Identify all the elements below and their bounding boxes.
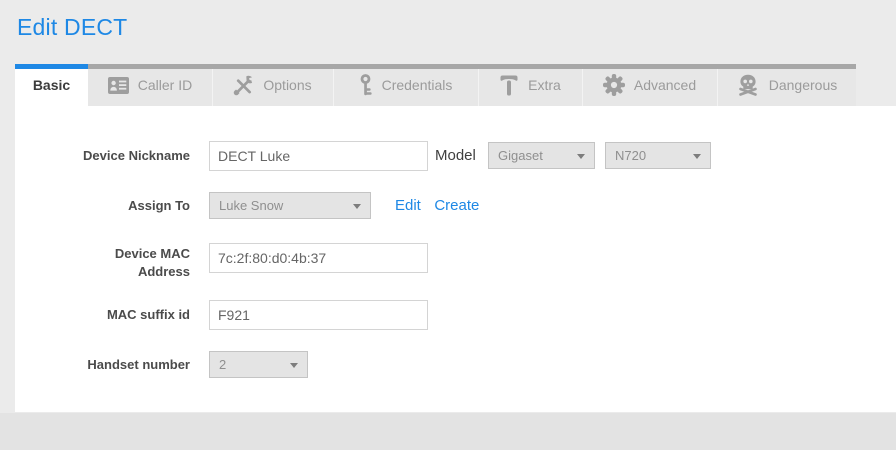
footer-bar xyxy=(0,413,896,450)
gear-icon xyxy=(603,74,625,96)
tab-bar: Basic Caller ID Op xyxy=(15,64,856,106)
chevron-down-icon xyxy=(290,363,298,368)
tab-options-label: Options xyxy=(263,77,311,93)
key-icon xyxy=(359,74,373,96)
tab-extra[interactable]: Extra xyxy=(478,64,582,106)
chevron-down-icon xyxy=(353,204,361,209)
tab-caller-id[interactable]: Caller ID xyxy=(88,64,212,106)
tab-options[interactable]: Options xyxy=(212,64,333,106)
handset-number-value: 2 xyxy=(219,357,226,372)
device-mac-label-line1: Device MAC xyxy=(115,246,190,261)
tab-basic-label: Basic xyxy=(33,77,70,93)
assign-to-select[interactable]: Luke Snow xyxy=(209,192,371,219)
device-mac-input[interactable] xyxy=(209,243,428,273)
id-card-icon xyxy=(108,77,129,94)
tools-icon xyxy=(233,75,254,96)
assign-to-label: Assign To xyxy=(15,192,190,219)
chevron-down-icon xyxy=(693,154,701,159)
tab-advanced-label: Advanced xyxy=(634,77,696,93)
handset-number-select[interactable]: 2 xyxy=(209,351,308,378)
tab-caller-id-label: Caller ID xyxy=(138,77,192,93)
basic-tab-panel: Device Nickname Model Gigaset N720 Assig… xyxy=(15,106,896,412)
tab-basic[interactable]: Basic xyxy=(15,64,88,106)
model-series-value: N720 xyxy=(615,148,646,163)
tab-advanced[interactable]: Advanced xyxy=(582,64,717,106)
model-series-select[interactable]: N720 xyxy=(605,142,711,169)
assign-to-links: Edit Create xyxy=(395,192,479,219)
device-nickname-input[interactable] xyxy=(209,141,428,171)
tab-dangerous-label: Dangerous xyxy=(769,77,838,93)
edit-link[interactable]: Edit xyxy=(395,197,421,214)
tab-dangerous[interactable]: Dangerous xyxy=(717,64,856,106)
chevron-down-icon xyxy=(577,154,585,159)
handset-number-label: Handset number xyxy=(15,351,190,378)
create-link[interactable]: Create xyxy=(434,197,479,214)
skull-icon xyxy=(736,74,760,96)
mac-suffix-label: MAC suffix id xyxy=(15,300,190,330)
tab-credentials-label: Credentials xyxy=(382,77,453,93)
device-mac-label-line2: Address xyxy=(138,264,190,279)
device-nickname-label: Device Nickname xyxy=(15,141,190,171)
page-title: Edit DECT xyxy=(17,14,127,41)
assign-to-value: Luke Snow xyxy=(219,198,283,213)
tab-extra-label: Extra xyxy=(528,77,561,93)
device-mac-label: Device MAC Address xyxy=(15,245,190,281)
model-brand-select[interactable]: Gigaset xyxy=(488,142,595,169)
tab-credentials[interactable]: Credentials xyxy=(333,64,478,106)
hammer-icon xyxy=(499,74,519,96)
mac-suffix-input[interactable] xyxy=(209,300,428,330)
model-label: Model xyxy=(435,141,476,171)
model-brand-value: Gigaset xyxy=(498,148,543,163)
